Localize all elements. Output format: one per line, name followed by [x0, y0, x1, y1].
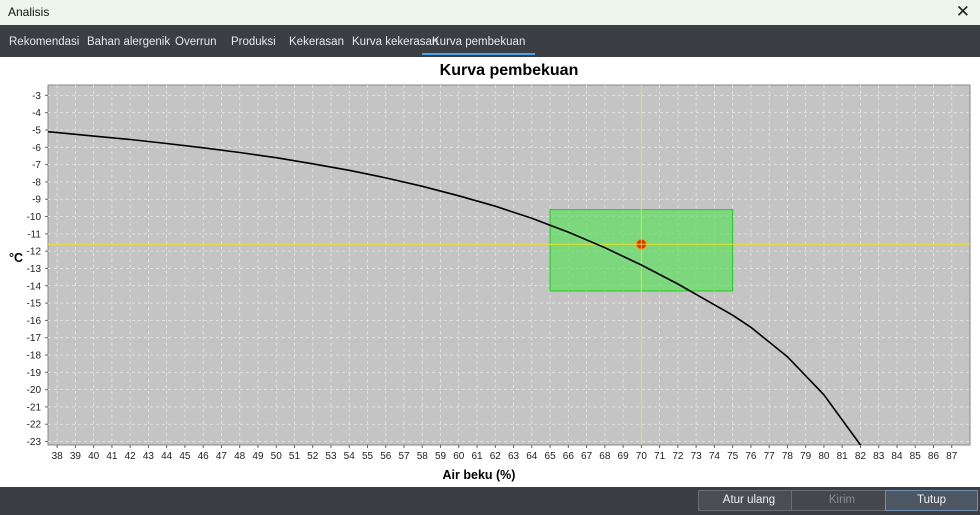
x-tick-label: 76: [745, 451, 757, 462]
x-tick-label: 44: [161, 451, 173, 462]
tab-kurva-pembekuan[interactable]: Kurva pembekuan: [422, 25, 536, 55]
x-tick-label: 70: [636, 451, 648, 462]
close-icon[interactable]: ✕: [956, 2, 970, 22]
y-tick-label: -17: [27, 333, 42, 344]
x-tick-label: 68: [599, 451, 611, 462]
x-tick-label: 71: [654, 451, 666, 462]
x-tick-label: 45: [179, 451, 191, 462]
dialog-footer: Atur ulang Kirim Tutup: [0, 487, 980, 515]
x-tick-label: 63: [508, 451, 520, 462]
y-tick-label: -12: [27, 247, 42, 258]
y-tick-label: -18: [27, 351, 42, 362]
x-tick-label: 62: [490, 451, 502, 462]
x-tick-label: 79: [800, 451, 812, 462]
y-tick-label: -5: [32, 126, 41, 137]
y-tick-label: -14: [27, 281, 42, 292]
y-tick-label: -7: [32, 160, 41, 171]
x-tick-label: 72: [672, 451, 684, 462]
y-tick-label: -9: [32, 195, 41, 206]
x-tick-label: 80: [818, 451, 830, 462]
x-tick-label: 38: [52, 451, 64, 462]
x-tick-label: 55: [362, 451, 374, 462]
tab-rekomendasi[interactable]: Rekomendasi: [9, 25, 79, 57]
x-tick-label: 67: [581, 451, 593, 462]
send-button[interactable]: Kirim: [791, 490, 893, 511]
y-tick-label: -20: [27, 385, 42, 396]
y-tick-label: -22: [27, 420, 42, 431]
x-tick-label: 60: [453, 451, 465, 462]
x-tick-label: 47: [216, 451, 228, 462]
x-tick-label: 43: [143, 451, 155, 462]
freezing-curve-chart: Kurva pembekuan 38 39 40 41 42 43 44 45 46 47 48 49 5…: [9, 62, 971, 482]
close-button[interactable]: Tutup: [885, 490, 978, 511]
y-tick-label: -3: [32, 91, 41, 102]
x-tick-label: 73: [691, 451, 703, 462]
x-tick-label: 78: [782, 451, 794, 462]
x-tick-label: 52: [307, 451, 319, 462]
y-tick-label: -13: [27, 264, 42, 275]
plot-area: [47, 84, 971, 446]
reset-button[interactable]: Atur ulang: [698, 490, 800, 511]
y-tick-label: -21: [27, 402, 42, 413]
x-tick-label: 41: [106, 451, 118, 462]
x-tick-label: 59: [435, 451, 447, 462]
x-tick-label: 54: [344, 451, 356, 462]
x-tick-label: 74: [709, 451, 721, 462]
y-tick-label: -11: [27, 229, 41, 240]
chart-title: Kurva pembekuan: [440, 62, 579, 79]
x-tick-label: 56: [380, 451, 392, 462]
x-tick-label: 87: [946, 451, 958, 462]
x-tick-label: 50: [271, 451, 283, 462]
y-tick-label: -4: [32, 108, 41, 119]
x-tick-label: 61: [471, 451, 483, 462]
window-titlebar: Analisis ✕: [0, 0, 980, 26]
x-tick-label: 84: [891, 451, 903, 462]
y-tick-label: -6: [32, 143, 41, 154]
x-tick-label: 53: [325, 451, 337, 462]
x-tick-label: 57: [398, 451, 410, 462]
chart-panel: Kurva pembekuan 38 39 40 41 42 43 44 45 46 47 48 49 5…: [0, 57, 980, 487]
x-tick-label: 39: [70, 451, 82, 462]
x-tick-label: 66: [563, 451, 575, 462]
tab-overrun[interactable]: Overrun: [175, 25, 217, 57]
y-tick-label: -23: [27, 437, 42, 448]
x-tick-label: 69: [618, 451, 630, 462]
x-tick-label: 64: [526, 451, 538, 462]
x-tick-label: 58: [417, 451, 429, 462]
x-tick-label: 46: [198, 451, 210, 462]
tab-bar: Rekomendasi Bahan alergenik Overrun Prod…: [0, 25, 980, 57]
x-tick-label: 85: [910, 451, 922, 462]
x-tick-label: 49: [252, 451, 264, 462]
y-tick-label: -10: [27, 212, 42, 223]
tab-produksi[interactable]: Produksi: [231, 25, 276, 57]
x-tick-label: 42: [125, 451, 137, 462]
x-tick-label: 51: [289, 451, 301, 462]
x-tick-label: 48: [234, 451, 246, 462]
x-tick-label: 65: [545, 451, 557, 462]
x-tick-label: 77: [764, 451, 776, 462]
x-tick-label: 82: [855, 451, 867, 462]
tab-kekerasan[interactable]: Kekerasan: [289, 25, 344, 57]
x-tick-label: 86: [928, 451, 940, 462]
x-tick-label: 75: [727, 451, 739, 462]
x-tick-label: 83: [873, 451, 885, 462]
x-axis-label: Air beku (%): [443, 468, 516, 482]
tab-bahan-alergenik[interactable]: Bahan alergenik: [87, 25, 170, 57]
y-tick-label: -8: [32, 177, 41, 188]
x-tick-label: 81: [837, 451, 849, 462]
y-tick-label: -19: [27, 368, 42, 379]
y-tick-label: -16: [27, 316, 42, 327]
y-tick-label: -15: [27, 299, 42, 310]
window-title: Analisis: [8, 5, 50, 19]
y-axis-label: °C: [9, 251, 23, 265]
x-tick-label: 40: [88, 451, 100, 462]
